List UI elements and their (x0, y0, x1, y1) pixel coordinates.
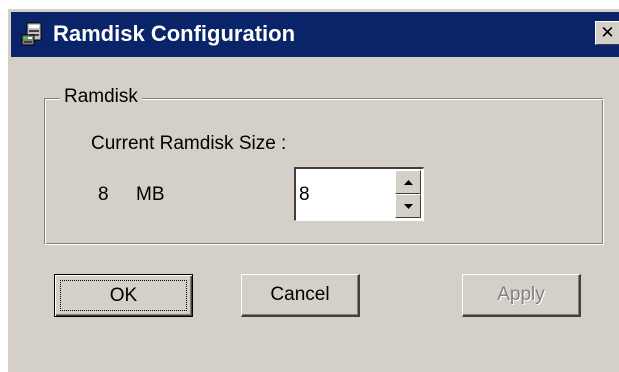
close-icon: ✕ (600, 22, 615, 43)
size-input[interactable] (296, 169, 392, 219)
arrow-down-icon (403, 203, 413, 209)
spin-up-button[interactable] (395, 170, 421, 194)
ok-button[interactable]: OK (54, 274, 193, 317)
current-size-label: Current Ramdisk Size : (91, 133, 287, 154)
current-size-value: 8 (98, 184, 109, 205)
focus-rect (60, 280, 187, 311)
groupbox-label: Ramdisk (60, 85, 142, 109)
spin-down-button[interactable] (395, 194, 421, 218)
ramdisk-app-icon (21, 22, 42, 46)
apply-button-label: Apply (497, 284, 545, 305)
arrow-up-icon (403, 179, 413, 185)
close-button[interactable]: ✕ (595, 21, 619, 45)
window-title: Ramdisk Configuration (53, 21, 296, 46)
cancel-button[interactable]: Cancel (241, 274, 360, 317)
size-spin-control (294, 167, 424, 221)
ramdisk-dialog: Ramdisk Configuration ✕ Ramdisk Current … (7, 8, 619, 372)
current-size-unit: MB (136, 184, 165, 205)
cancel-button-label: Cancel (270, 284, 330, 305)
title-bar[interactable]: Ramdisk Configuration ✕ (11, 12, 619, 57)
apply-button[interactable]: Apply (462, 274, 581, 317)
